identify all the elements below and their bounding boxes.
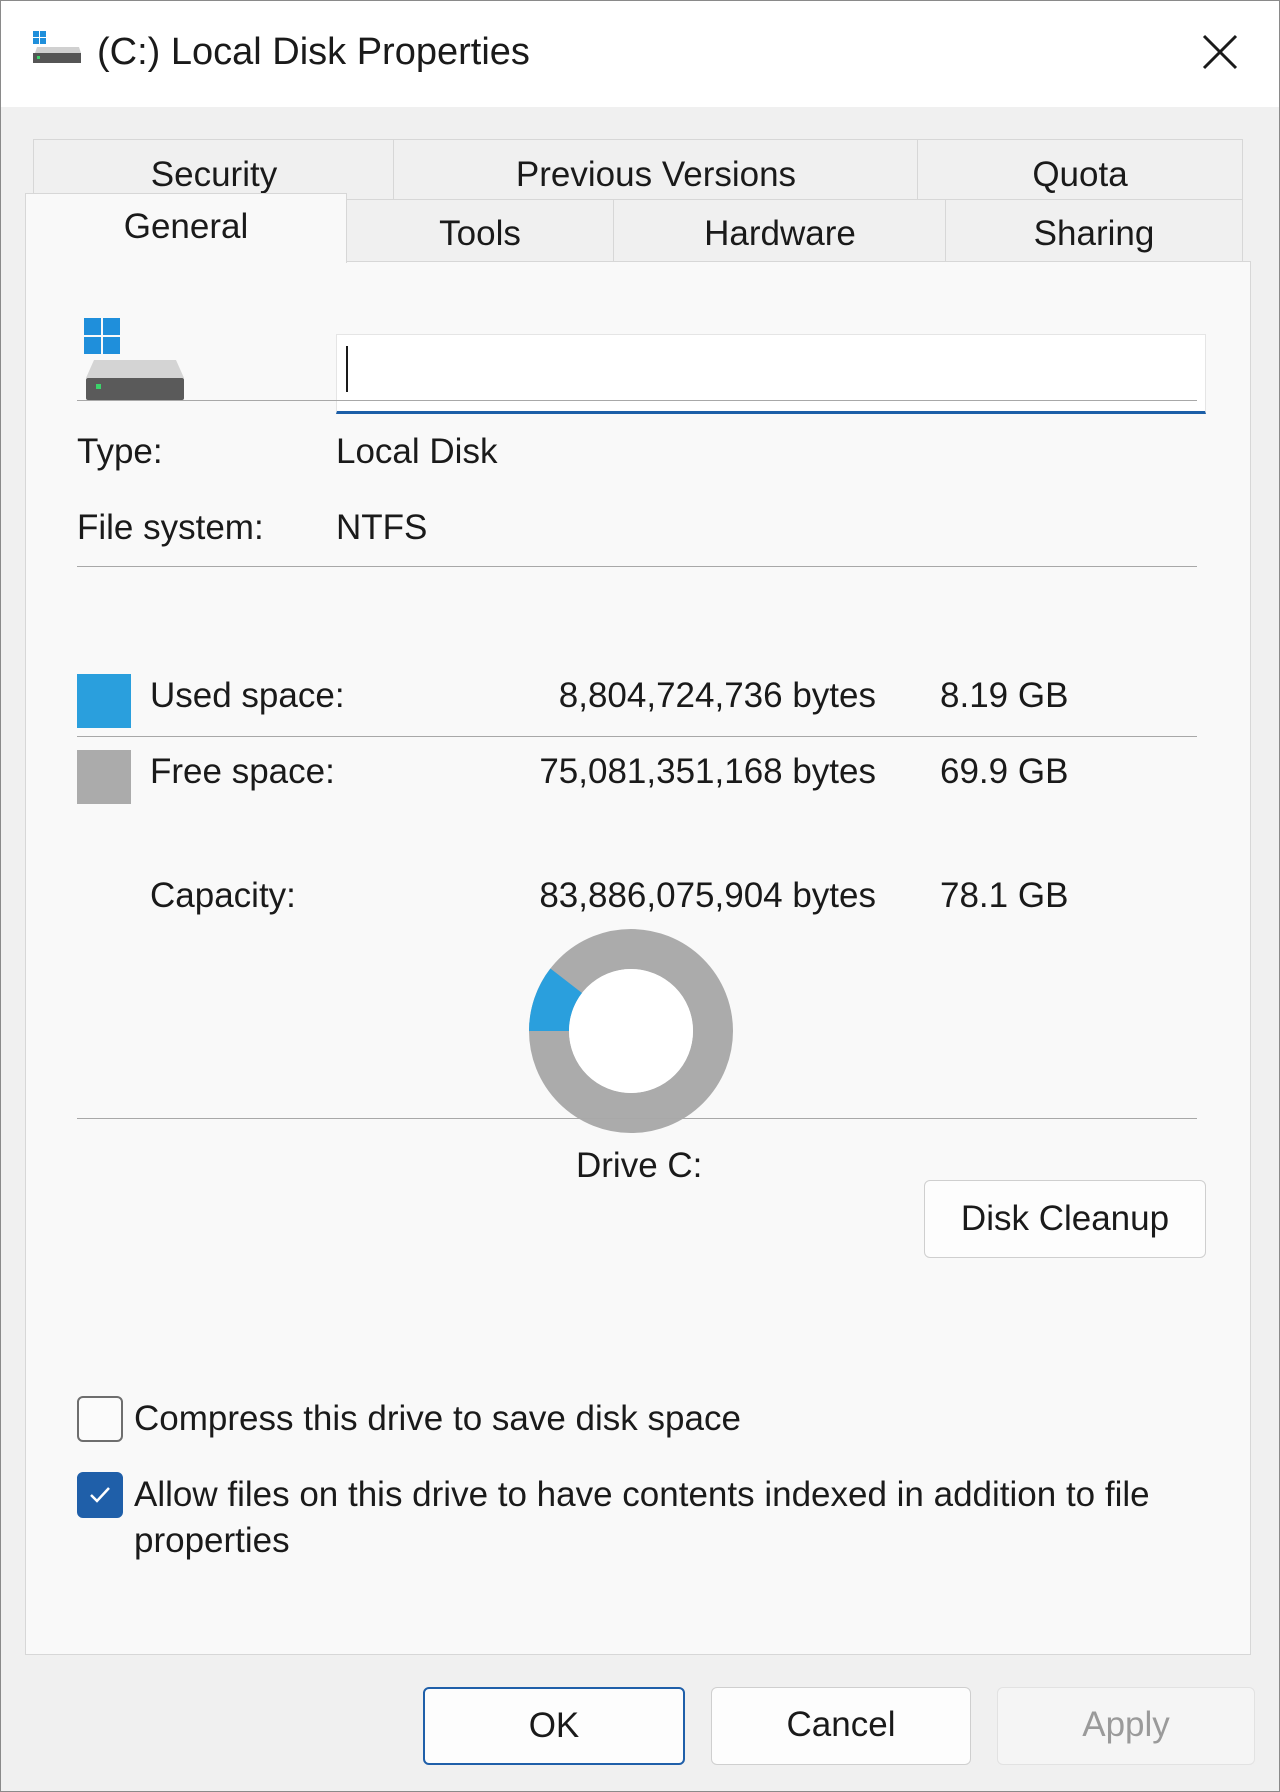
used-space-swatch (77, 674, 131, 728)
tab-quota[interactable]: Quota (917, 139, 1243, 201)
free-space-swatch (77, 750, 131, 804)
used-space-size: 8.19 GB (940, 676, 1069, 715)
drive-icon (33, 31, 81, 63)
used-space-bytes: 8,804,724,736 bytes (558, 676, 876, 715)
type-label: Type: (77, 432, 163, 471)
window-title: (C:) Local Disk Properties (97, 31, 530, 73)
close-icon (1202, 34, 1238, 70)
divider (77, 400, 1197, 401)
compress-checkbox[interactable] (77, 1396, 123, 1442)
properties-window: (C:) Local Disk Properties Security Prev… (0, 0, 1280, 1792)
disk-cleanup-button[interactable]: Disk Cleanup (924, 1180, 1206, 1258)
drive-name-input[interactable] (336, 334, 1206, 414)
close-button[interactable] (1197, 29, 1243, 75)
index-checkbox[interactable] (77, 1472, 123, 1518)
usage-donut-chart (529, 929, 733, 1133)
ok-button[interactable]: OK (423, 1687, 685, 1765)
free-space-bytes: 75,081,351,168 bytes (539, 752, 876, 791)
cancel-button[interactable]: Cancel (711, 1687, 971, 1765)
checkmark-icon (90, 1487, 110, 1503)
divider (77, 736, 1197, 737)
divider (77, 1118, 1197, 1119)
apply-button[interactable]: Apply (997, 1687, 1255, 1765)
tab-tools[interactable]: Tools (345, 199, 615, 261)
tab-sharing[interactable]: Sharing (945, 199, 1243, 261)
general-panel: Type: Local Disk File system: NTFS Used … (25, 261, 1251, 1655)
used-space-label: Used space: (150, 676, 345, 715)
file-system-label: File system: (77, 508, 264, 547)
tab-hardware[interactable]: Hardware (613, 199, 947, 261)
capacity-bytes: 83,886,075,904 bytes (539, 876, 876, 915)
file-system-value: NTFS (336, 508, 428, 547)
capacity-size: 78.1 GB (940, 876, 1069, 915)
divider (77, 566, 1197, 567)
tab-security[interactable]: Security (33, 139, 395, 201)
index-label[interactable]: Allow files on this drive to have conten… (134, 1472, 1194, 1564)
title-bar: (C:) Local Disk Properties (1, 1, 1279, 107)
type-value: Local Disk (336, 432, 498, 471)
compress-label[interactable]: Compress this drive to save disk space (134, 1396, 741, 1442)
tab-previous-versions[interactable]: Previous Versions (393, 139, 919, 201)
text-caret (346, 346, 348, 392)
tab-general[interactable]: General (25, 193, 347, 263)
capacity-label: Capacity: (150, 876, 296, 915)
donut-hole (569, 969, 693, 1093)
free-space-size: 69.9 GB (940, 752, 1069, 791)
free-space-label: Free space: (150, 752, 335, 791)
drive-label: Drive C: (576, 1146, 703, 1185)
windows-drive-icon (84, 318, 184, 400)
